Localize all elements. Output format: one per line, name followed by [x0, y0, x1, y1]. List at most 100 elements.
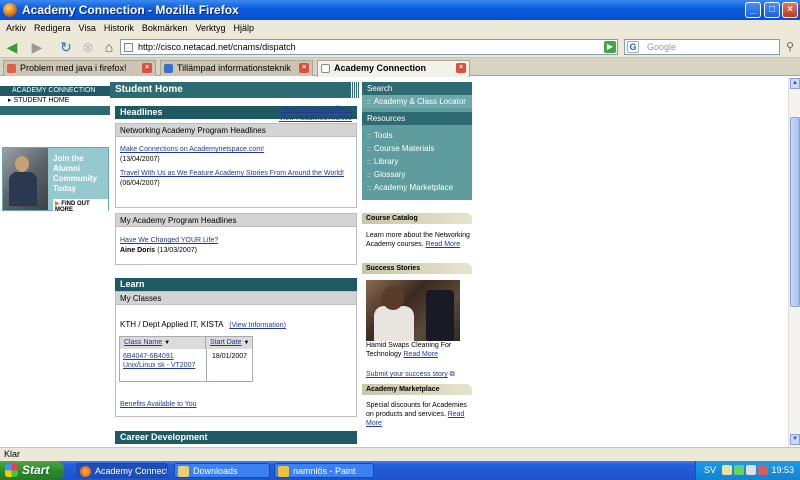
tab-tillampad[interactable]: Tillämpad informationsteknik × [160, 60, 313, 76]
home-icon[interactable]: ⌂ [101, 39, 117, 55]
left-nav-header[interactable]: ACADEMY CONNECTION [0, 86, 110, 96]
go-arrow-icon[interactable]: ▶ [604, 41, 616, 53]
learn-title: Learn [120, 279, 145, 289]
forward-arrow-icon[interactable]: ▶ [30, 39, 44, 55]
downloads-icon [178, 466, 189, 477]
resource-tools-link[interactable]: :: Tools [362, 129, 472, 142]
start-label: Start [22, 463, 50, 477]
class-start-date: 18/01/2007 [212, 353, 248, 360]
tab-label: Tillämpad informationsteknik [177, 63, 291, 73]
left-nav-student-home[interactable]: ▸ STUDENT HOME [0, 96, 110, 105]
promo-person-head [15, 156, 29, 172]
minimize-button[interactable]: _ [745, 2, 761, 18]
tab-close-icon[interactable]: × [456, 63, 466, 73]
view-recent-headlines-link[interactable]: View Recent Headlines [280, 106, 352, 113]
tray-alert-icon[interactable] [758, 465, 768, 475]
tab-bar: Problem med java i firefox! × Tillämpad … [0, 58, 800, 77]
resource-glossary-link[interactable]: :: Glossary [362, 168, 472, 181]
headline-link[interactable]: Travel With Us as We Feature Academy Sto… [120, 170, 344, 177]
menu-bokmarken[interactable]: Bokmärken [138, 23, 192, 33]
address-bar[interactable]: http://cisco.netacad.net/cnams/dispatch … [120, 39, 618, 55]
google-engine-icon[interactable]: G [627, 41, 639, 53]
course-catalog-read-more-link[interactable]: Read More [426, 241, 461, 248]
resource-academy-marketplace-link[interactable]: :: Academy Marketplace [362, 181, 472, 194]
task-label: Academy Connect... [95, 466, 168, 476]
tab-academy-connection[interactable]: Academy Connection × [317, 60, 470, 77]
class-link[interactable]: 6B4047-6B4091 Unix/Linux sk - VT2007 [123, 353, 195, 369]
locator-label: Academy & Class Locator [373, 97, 466, 106]
menu-redigera[interactable]: Redigera [30, 23, 75, 33]
tray-volume-icon[interactable] [746, 465, 756, 475]
photo-person-head [382, 286, 404, 310]
tray-network-icon[interactable] [734, 465, 744, 475]
table-row: 6B4047-6B4091 Unix/Linux sk - VT2007 [123, 352, 203, 370]
resource-course-materials-link[interactable]: :: Course Materials [362, 142, 472, 155]
find-out-more-link[interactable]: ▶ FIND OUT MORE [53, 199, 108, 214]
paint-icon [278, 466, 289, 477]
resource-label: Tools [373, 131, 393, 140]
academy-class-locator-link[interactable]: :: Academy & Class Locator [362, 95, 472, 108]
tab-close-icon[interactable]: × [142, 63, 152, 73]
submit-story-line: Submit your success story ⧉ [366, 370, 470, 379]
photo-equipment-rack [426, 290, 454, 341]
view-information-link[interactable]: (View Information) [229, 322, 286, 329]
submit-success-story-link[interactable]: Submit your success story [366, 371, 448, 378]
resource-label: Academy Marketplace [373, 183, 454, 192]
stop-icon[interactable]: ⊗ [80, 39, 96, 55]
view-headlines-archive-link[interactable]: View Headlines Archive [279, 115, 352, 122]
back-arrow-icon[interactable]: ◀ [3, 39, 21, 55]
tray-shield-icon[interactable] [722, 465, 732, 475]
firefox-icon [3, 3, 17, 17]
resource-label: Glossary [373, 170, 406, 179]
menu-hjalp[interactable]: Hjälp [229, 23, 258, 33]
scroll-up-arrow-icon[interactable]: ▲ [790, 78, 800, 89]
column-header-class-name[interactable]: Class Name ▼ [120, 337, 206, 349]
bullet-icon: :: [367, 159, 371, 166]
menu-arkiv[interactable]: Arkiv [2, 23, 30, 33]
taskbar-item-academy-connect[interactable]: Academy Connect... [76, 463, 168, 478]
windows-logo-icon [5, 464, 18, 477]
menu-historik[interactable]: Historik [100, 23, 138, 33]
system-tray: SV 19:53 [695, 461, 800, 480]
taskbar-item-downloads[interactable]: Downloads [174, 463, 270, 478]
language-indicator[interactable]: SV [704, 465, 716, 475]
sort-down-icon: ▼ [243, 340, 250, 346]
tab-problem-java[interactable]: Problem med java i firefox! × [3, 60, 156, 76]
menu-visa[interactable]: Visa [75, 23, 100, 33]
close-window-button[interactable]: × [782, 2, 798, 18]
table-divider [206, 349, 207, 382]
scrollbar-thumb[interactable] [790, 117, 800, 307]
scroll-down-arrow-icon[interactable]: ▼ [790, 434, 800, 445]
screen: Academy Connection - Mozilla Firefox _ □… [0, 0, 800, 480]
search-box[interactable]: G Google [624, 39, 780, 55]
success-read-more-link[interactable]: Read More [403, 351, 438, 358]
benefits-link[interactable]: Benefits Available to You [120, 401, 197, 408]
search-section-header[interactable]: Search [362, 82, 472, 95]
career-development-title: Career Development [120, 432, 208, 442]
tab-close-icon[interactable]: × [299, 63, 309, 73]
my-headline-date: (13/03/2007) [157, 247, 197, 254]
start-button[interactable]: Start [0, 461, 64, 480]
menu-verktyg[interactable]: Verktyg [191, 23, 229, 33]
reload-icon[interactable]: ↻ [58, 39, 74, 55]
my-headlines-title: My Academy Program Headlines [116, 214, 356, 227]
bullet-icon: :: [367, 99, 371, 106]
taskbar-item-paint[interactable]: namnlös - Paint [274, 463, 374, 478]
learn-header: Learn [115, 278, 357, 291]
headline-link[interactable]: Make Connections on Academynetspace.com! [120, 146, 264, 153]
academy-marketplace-header: Academy Marketplace [362, 384, 472, 395]
my-headline-link[interactable]: Have We Changed YOUR Life? [120, 237, 218, 244]
column-header-start-date[interactable]: Start Date ▼ [206, 337, 252, 349]
url-text: http://cisco.netacad.net/cnams/dispatch [138, 42, 296, 52]
page-content: ACADEMY CONNECTION ▸ STUDENT HOME Join t… [0, 77, 788, 447]
resource-library-link[interactable]: :: Library [362, 155, 472, 168]
benefits-line: Benefits Available to You [120, 399, 197, 408]
maximize-button[interactable]: □ [764, 2, 780, 18]
alumni-promo-banner[interactable]: Join the Alumni Community Today ▶ FIND O… [2, 147, 109, 214]
vertical-scrollbar[interactable]: ▲ ▼ [788, 77, 800, 447]
search-magnifier-icon[interactable]: ⚲ [783, 39, 797, 55]
find-out-more-label: FIND OUT MORE [55, 201, 90, 213]
external-link-icon: ⧉ [449, 371, 455, 378]
success-stories-header: Success Stories [362, 263, 472, 274]
success-story-photo[interactable] [366, 280, 460, 341]
